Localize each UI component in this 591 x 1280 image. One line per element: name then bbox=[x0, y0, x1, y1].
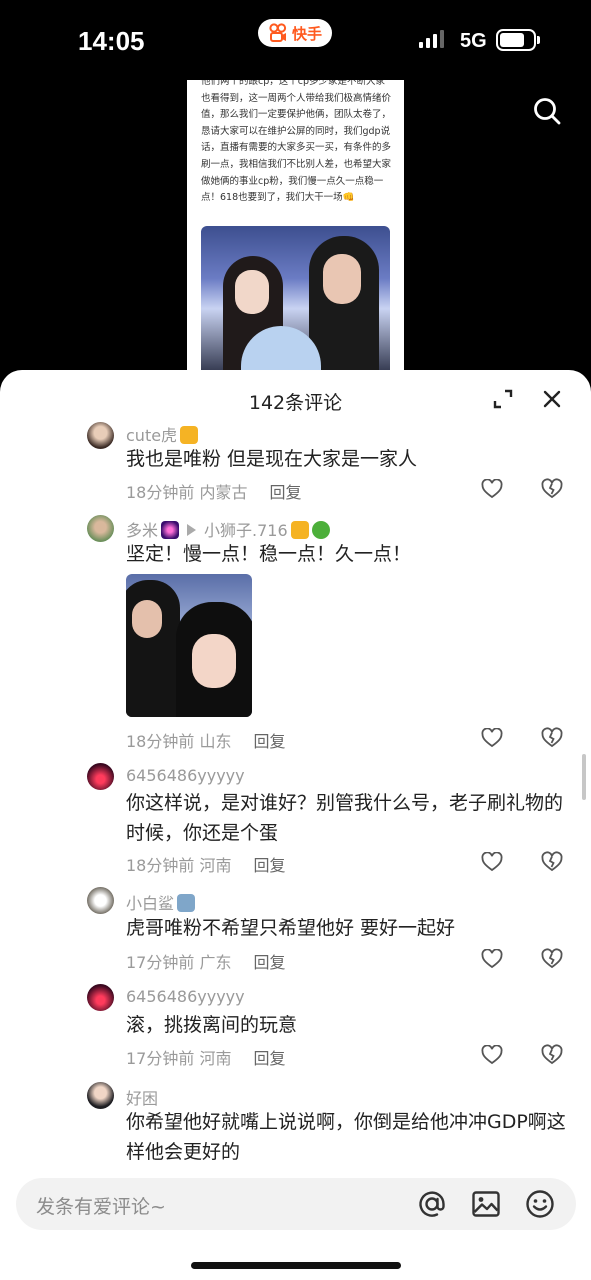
status-time: 14:05 bbox=[78, 26, 145, 56]
comment-username[interactable]: 多米 小狮子.716 bbox=[126, 517, 330, 541]
avatar[interactable] bbox=[87, 515, 114, 542]
comment-text[interactable]: 虎哥唯粉不希望只希望他好 要好一起好 bbox=[126, 913, 566, 943]
expand-icon[interactable] bbox=[492, 388, 514, 410]
comment-input-placeholder[interactable]: 发条有爱评论~ bbox=[36, 1192, 166, 1219]
comment-image[interactable] bbox=[126, 574, 252, 717]
comment-text[interactable]: 你这样说，是对谁好？别管我什么号，老子刷礼物的时候，你还是个蛋 bbox=[126, 788, 566, 848]
avatar[interactable] bbox=[87, 887, 114, 914]
search-icon[interactable] bbox=[532, 96, 562, 126]
comment-username[interactable]: 好困 bbox=[126, 1085, 158, 1109]
comment-text[interactable]: 滚，挑拨离间的玩意 bbox=[126, 1010, 566, 1040]
like-icon[interactable] bbox=[481, 479, 503, 499]
comment-text[interactable]: 我也是唯粉 但是现在大家是一家人 bbox=[126, 444, 566, 474]
comment-meta: 18分钟前 内蒙古 回复 bbox=[126, 479, 302, 503]
signal-icon bbox=[419, 30, 444, 48]
shark-emoji-icon bbox=[177, 894, 196, 912]
avatar[interactable] bbox=[87, 422, 114, 449]
home-indicator[interactable] bbox=[191, 1262, 401, 1269]
avatar[interactable] bbox=[87, 1082, 114, 1109]
like-icon[interactable] bbox=[481, 728, 503, 748]
virus-emoji-icon bbox=[311, 521, 330, 539]
comment-time: 18分钟前 bbox=[126, 483, 195, 502]
comment-username[interactable]: cute虎 bbox=[126, 422, 199, 446]
tiger-emoji-icon bbox=[180, 426, 199, 444]
comment-username[interactable]: 小白鲨 bbox=[126, 890, 196, 914]
comment-meta: 17分钟前 广东 回复 bbox=[126, 949, 286, 973]
comment-text[interactable]: 坚定！慢一点！稳一点！久一点！ bbox=[126, 539, 566, 569]
post-text: 他们两个的跟cp，这个cp多少家是不断大家也看得到，这一周两个人带给我们极高情绪… bbox=[201, 80, 392, 204]
at-mention-icon[interactable] bbox=[416, 1188, 448, 1220]
username-text: 多米 bbox=[126, 521, 159, 540]
battery-icon bbox=[496, 29, 540, 51]
close-icon[interactable] bbox=[541, 388, 563, 410]
image-icon[interactable] bbox=[470, 1188, 502, 1220]
dislike-icon[interactable] bbox=[541, 478, 563, 500]
comment-text[interactable]: 你希望他好就嘴上说说啊，你倒是给他冲冲GDP啊这样他会更好的 bbox=[126, 1107, 566, 1167]
comment-input-bar[interactable]: 发条有爱评论~ bbox=[16, 1178, 576, 1230]
comment-time: 17分钟前 bbox=[126, 1049, 195, 1068]
comments-sheet: 142条评论 cute虎 我也是唯粉 但是现在大家是一家人 18分钟前 内蒙古回… bbox=[0, 370, 591, 1280]
comment-meta: 17分钟前 河南 回复 bbox=[126, 1045, 286, 1069]
comment-location: 山东 bbox=[199, 732, 232, 751]
username-text: cute虎 bbox=[126, 426, 178, 445]
comment-location: 河南 bbox=[199, 1049, 232, 1068]
avatar[interactable] bbox=[87, 763, 114, 790]
comment-time: 18分钟前 bbox=[126, 856, 195, 875]
comment-time: 18分钟前 bbox=[126, 732, 195, 751]
kuaishou-logo-icon bbox=[269, 23, 287, 42]
comment-time: 17分钟前 bbox=[126, 953, 195, 972]
reply-button[interactable]: 回复 bbox=[269, 483, 301, 502]
post-photo[interactable] bbox=[201, 226, 390, 374]
dislike-icon[interactable] bbox=[541, 727, 563, 749]
emoji-icon[interactable] bbox=[524, 1188, 556, 1220]
comment-meta: 18分钟前 河南 回复 bbox=[126, 852, 286, 876]
reply-button[interactable]: 回复 bbox=[253, 953, 285, 972]
scrollbar[interactable] bbox=[582, 754, 586, 800]
like-icon[interactable] bbox=[481, 852, 503, 872]
comment-meta: 18分钟前 山东 回复 bbox=[126, 728, 286, 752]
reply-arrow-icon bbox=[187, 524, 197, 536]
app-name: 快手 bbox=[291, 24, 322, 43]
comment-username[interactable]: 6456486yyyyy bbox=[126, 766, 245, 785]
network-type: 5G bbox=[460, 30, 487, 52]
reply-button[interactable]: 回复 bbox=[253, 1049, 285, 1068]
reply-to-username[interactable]: 小狮子.716 bbox=[204, 521, 288, 540]
comment-username[interactable]: 6456486yyyyy bbox=[126, 987, 245, 1006]
status-bar: 14:05 快手 5G bbox=[0, 0, 591, 80]
like-icon[interactable] bbox=[481, 1045, 503, 1065]
comments-header: 142条评论 bbox=[0, 370, 591, 426]
post-preview[interactable]: 他们两个的跟cp，这个cp多少家是不断大家也看得到，这一周两个人带给我们极高情绪… bbox=[187, 80, 404, 374]
comment-location: 内蒙古 bbox=[199, 483, 248, 502]
reply-button[interactable]: 回复 bbox=[253, 732, 285, 751]
dislike-icon[interactable] bbox=[541, 1044, 563, 1066]
avatar[interactable] bbox=[87, 984, 114, 1011]
reply-button[interactable]: 回复 bbox=[253, 856, 285, 875]
dislike-icon[interactable] bbox=[541, 851, 563, 873]
username-text: 小白鲨 bbox=[126, 894, 175, 913]
firework-emoji-icon bbox=[161, 521, 180, 539]
comment-location: 广东 bbox=[199, 953, 232, 972]
app-indicator-pill[interactable]: 快手 bbox=[258, 19, 332, 47]
like-icon[interactable] bbox=[481, 949, 503, 969]
comment-location: 河南 bbox=[199, 856, 232, 875]
tiger-emoji-icon bbox=[290, 521, 309, 539]
dislike-icon[interactable] bbox=[541, 948, 563, 970]
